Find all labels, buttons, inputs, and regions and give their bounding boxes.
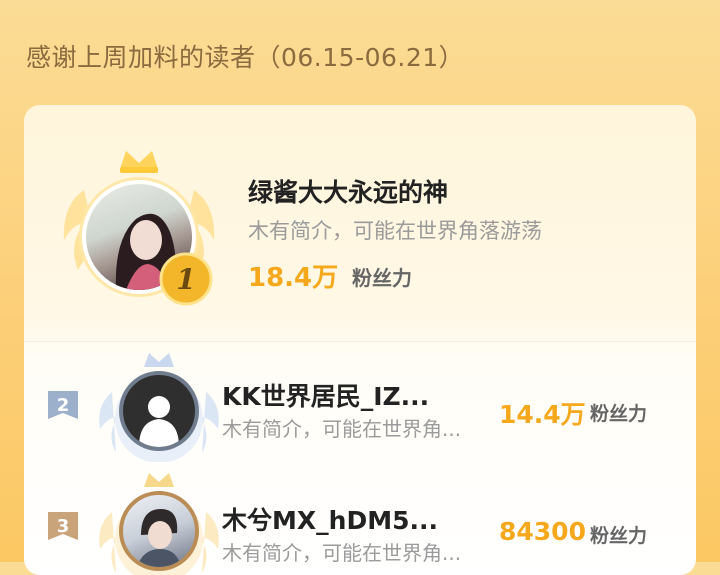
page-title: 感谢上周加料的读者（06.15-06.21） [26, 43, 465, 72]
rank-number: 2 [57, 395, 70, 416]
fans-count: 84300 [499, 517, 586, 546]
reader-name[interactable]: 绿酱大大永远的神 [248, 173, 448, 209]
avatar-portrait-icon [137, 509, 181, 567]
fans-label: 粉丝力 [590, 525, 648, 547]
avatar[interactable] [119, 491, 199, 571]
fans-label: 粉丝力 [352, 266, 412, 290]
reader-bio: 木有简介，可能在世界角... [222, 417, 462, 441]
rank-number: 3 [57, 516, 70, 537]
divider [24, 341, 696, 342]
rank-number: 1 [176, 263, 195, 296]
default-avatar-icon [139, 396, 179, 447]
rank-medal-icon: 1 [159, 252, 213, 306]
leaderboard-card: 1 绿酱大大永远的神 木有简介，可能在世界角落游荡 18.4万 粉丝力 2 KK… [24, 105, 696, 575]
reader-name[interactable]: KK世界居民_IZ... [222, 377, 429, 413]
fans-count: 18.4万 [248, 263, 339, 293]
fans-label: 粉丝力 [590, 403, 648, 425]
rank-badge: 3 [48, 512, 78, 540]
reader-bio: 木有简介，可能在世界角落游荡 [248, 219, 542, 243]
reader-name[interactable]: 木兮MX_hDM5... [222, 501, 438, 537]
avatar[interactable] [119, 371, 199, 451]
fans-count: 14.4万 [499, 400, 586, 429]
rank-badge: 2 [48, 391, 78, 419]
